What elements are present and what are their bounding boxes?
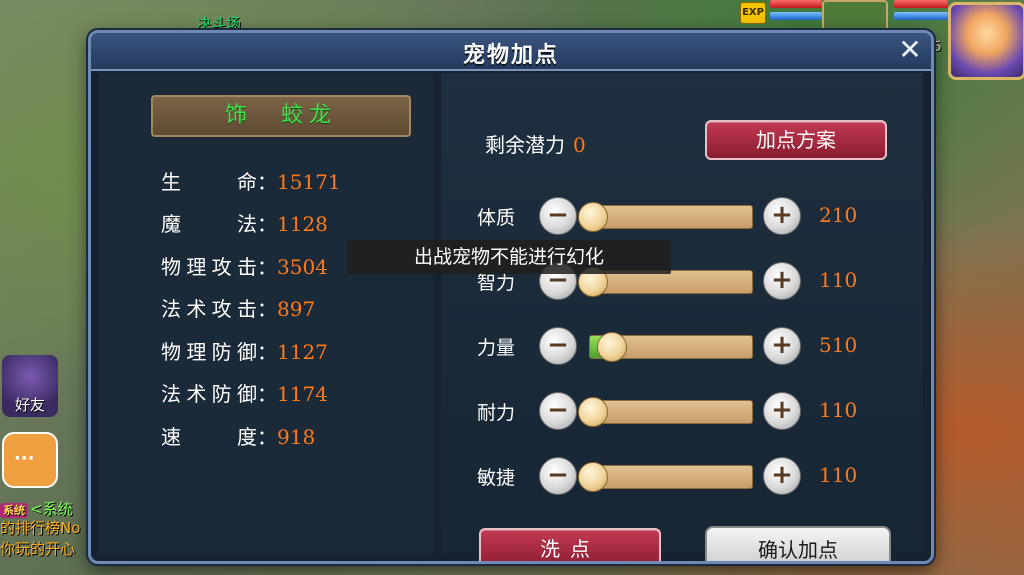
minus-button[interactable]: − bbox=[539, 392, 577, 430]
attr-row-strength: 力量 − + 510 bbox=[441, 325, 923, 369]
chat-bubble-icon[interactable]: ··· bbox=[2, 432, 58, 488]
stat-label: 物理攻击 bbox=[161, 255, 257, 279]
stat-colon: ： bbox=[257, 425, 277, 449]
player-hp-mp-bars bbox=[894, 0, 948, 24]
stat-row-phys-defense: 物理防御：1127 bbox=[161, 339, 328, 365]
pet-name: 饰 蛟龙 bbox=[151, 95, 411, 137]
plus-button[interactable]: + bbox=[763, 327, 801, 365]
attr-row-constitution: 体质 − + 210 bbox=[441, 195, 923, 239]
attr-row-endurance: 耐力 − + 110 bbox=[441, 390, 923, 434]
dialog-header: 宠物加点 ✕ bbox=[91, 33, 931, 71]
friends-label: 好友 bbox=[14, 396, 45, 414]
remaining-points: 剩余潜力 0 bbox=[485, 129, 586, 158]
stat-label: 速度 bbox=[161, 425, 257, 449]
stat-colon: ： bbox=[257, 297, 277, 321]
stat-colon: ： bbox=[257, 170, 277, 194]
plus-button[interactable]: + bbox=[763, 262, 801, 300]
stat-row-magic-attack: 法术攻击：897 bbox=[161, 296, 315, 322]
pet-stats-panel: 饰 蛟龙 生命：15171 魔法：1128 物理攻击：3504 法术攻击：897… bbox=[99, 73, 433, 553]
player-mp-bar bbox=[894, 12, 948, 20]
attr-label: 力量 bbox=[477, 337, 516, 359]
attr-slider[interactable] bbox=[589, 332, 753, 362]
pet-hp-bar bbox=[770, 0, 822, 8]
remaining-points-label: 剩余潜力 bbox=[485, 133, 565, 157]
stat-value: 3504 bbox=[277, 255, 328, 279]
stat-value: 1174 bbox=[277, 382, 328, 406]
stat-value: 1128 bbox=[277, 212, 328, 236]
player-avatar[interactable] bbox=[948, 2, 1024, 80]
close-button[interactable]: ✕ bbox=[895, 36, 925, 66]
remaining-points-value: 0 bbox=[573, 133, 586, 157]
attr-label: 敏捷 bbox=[477, 467, 516, 489]
attr-value: 110 bbox=[819, 398, 858, 422]
attr-value: 210 bbox=[819, 203, 858, 227]
confirm-points-button[interactable]: 确认加点 bbox=[705, 526, 891, 561]
system-tag: 系统 bbox=[0, 503, 28, 518]
stat-row-speed: 速度：918 bbox=[161, 424, 315, 450]
chat-line[interactable]: 你玩的开心 bbox=[0, 538, 75, 559]
minus-button[interactable]: − bbox=[539, 457, 577, 495]
attr-slider[interactable] bbox=[578, 202, 753, 232]
stat-value: 15171 bbox=[277, 170, 341, 194]
pet-mp-bar bbox=[770, 12, 822, 20]
stat-label: 法术攻击 bbox=[161, 297, 257, 321]
attr-slider[interactable] bbox=[578, 462, 753, 492]
player-hp-bar bbox=[894, 0, 948, 8]
stat-row-mp: 魔法：1128 bbox=[161, 211, 328, 237]
reset-points-button[interactable]: 洗点 bbox=[479, 528, 661, 561]
minus-button[interactable]: − bbox=[539, 197, 577, 235]
attr-label: 体质 bbox=[477, 207, 516, 229]
stat-label: 生命 bbox=[161, 170, 257, 194]
chat-line[interactable]: 系统 <系统 bbox=[0, 498, 73, 519]
stat-colon: ： bbox=[257, 255, 277, 279]
stat-row-phys-attack: 物理攻击：3504 bbox=[161, 254, 328, 280]
attr-value: 110 bbox=[819, 268, 858, 292]
stat-row-magic-defense: 法术防御：1174 bbox=[161, 381, 328, 407]
stat-value: 897 bbox=[277, 297, 316, 321]
stat-value: 1127 bbox=[277, 340, 328, 364]
plus-button[interactable]: + bbox=[763, 197, 801, 235]
pet-attribute-dialog: 宠物加点 ✕ 饰 蛟龙 生命：15171 魔法：1128 物理攻击：3504 法… bbox=[88, 30, 934, 564]
attr-value: 510 bbox=[819, 333, 858, 357]
point-plan-button[interactable]: 加点方案 bbox=[705, 120, 887, 160]
chat-line[interactable]: 的排行榜No bbox=[0, 517, 80, 538]
attr-row-agility: 敏捷 − + 110 bbox=[441, 455, 923, 499]
attr-label: 耐力 bbox=[477, 402, 516, 424]
slider-knob[interactable] bbox=[578, 397, 608, 427]
pet-hp-mp-bars bbox=[770, 0, 822, 24]
stat-colon: ： bbox=[257, 340, 277, 364]
friends-button[interactable]: 好友 bbox=[2, 355, 58, 417]
stat-label: 物理防御 bbox=[161, 340, 257, 364]
plus-button[interactable]: + bbox=[763, 392, 801, 430]
stat-label: 法术防御 bbox=[161, 382, 257, 406]
pet-portrait[interactable] bbox=[822, 0, 888, 34]
minus-button[interactable]: − bbox=[539, 327, 577, 365]
stat-row-hp: 生命：15171 bbox=[161, 169, 341, 195]
slider-knob[interactable] bbox=[597, 332, 627, 362]
stat-value: 918 bbox=[277, 425, 316, 449]
stat-colon: ： bbox=[257, 212, 277, 236]
dialog-title: 宠物加点 bbox=[462, 43, 559, 68]
attr-value: 110 bbox=[819, 463, 858, 487]
stat-colon: ： bbox=[257, 382, 277, 406]
chat-dots: ··· bbox=[14, 448, 35, 469]
stat-label: 魔法 bbox=[161, 212, 257, 236]
toast-message: 出战宠物不能进行幻化 bbox=[347, 240, 671, 274]
attribute-allocation-panel: 剩余潜力 0 加点方案 体质 − + 210 智力 − + 110 力量 − +… bbox=[441, 73, 923, 561]
plus-button[interactable]: + bbox=[763, 457, 801, 495]
exp-badge[interactable]: EXP bbox=[740, 2, 766, 24]
slider-knob[interactable] bbox=[578, 202, 608, 232]
slider-knob[interactable] bbox=[578, 462, 608, 492]
chat-text: <系统 bbox=[30, 500, 73, 518]
attr-slider[interactable] bbox=[578, 397, 753, 427]
